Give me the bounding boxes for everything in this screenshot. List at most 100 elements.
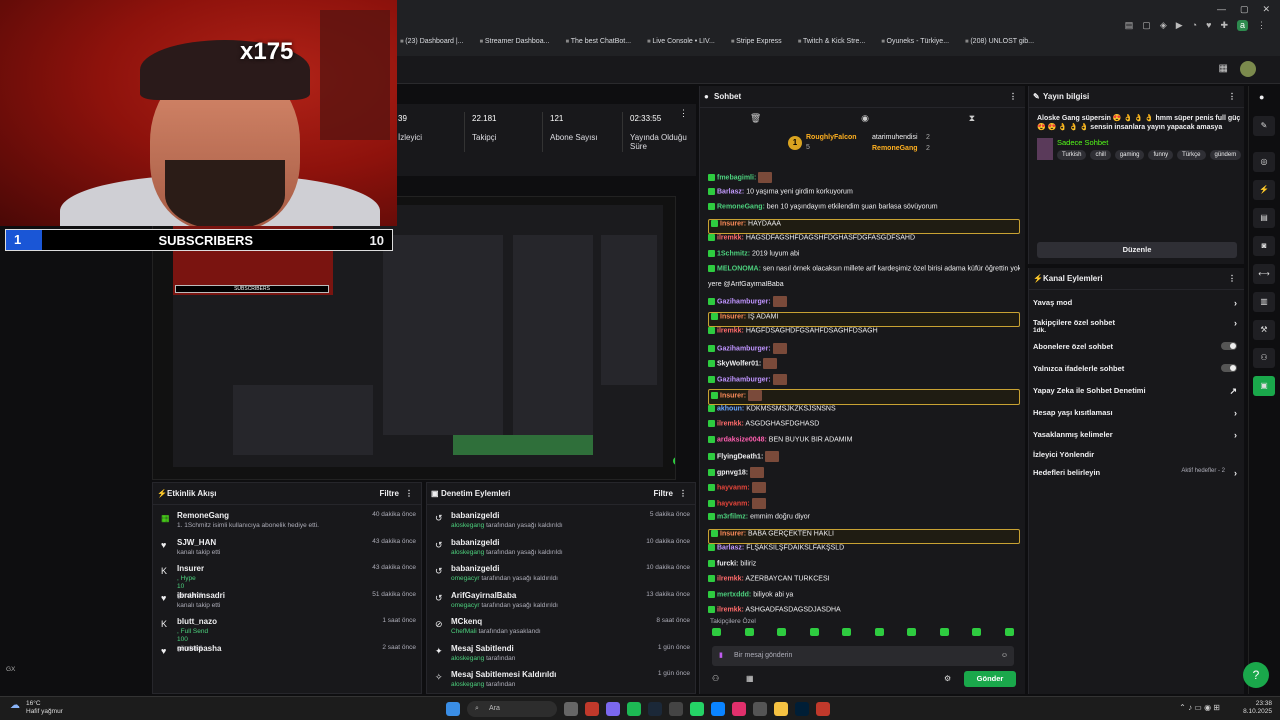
avatar[interactable] [1240, 61, 1256, 77]
link-icon[interactable]: ⟷ [1253, 264, 1275, 284]
chat-username[interactable]: Insurer: [720, 392, 746, 399]
whatsapp-icon[interactable] [690, 702, 704, 716]
chat-username[interactable]: Insurer: [720, 220, 746, 227]
photoshop-icon[interactable] [795, 702, 809, 716]
start-icon[interactable] [446, 702, 460, 716]
channel-action-item[interactable]: Takipçilere özel sohbet 1dk. › [1033, 318, 1241, 334]
channel-action-item[interactable]: İzleyici Yönlendir [1033, 450, 1241, 459]
tag-chip[interactable]: gündem [1209, 150, 1242, 160]
chat-username[interactable]: Gazihamburger: [717, 345, 771, 352]
clip-icon[interactable]: ▣ [1253, 376, 1275, 396]
people-icon[interactable]: ⚇ [1253, 348, 1275, 368]
menu-icon[interactable]: ⋮ [1257, 20, 1266, 31]
account-icon[interactable]: a [1236, 20, 1248, 31]
taskview-icon[interactable] [564, 702, 578, 716]
bookmark-item[interactable]: (208) UNLOST gib... [965, 38, 1034, 45]
app-icon[interactable] [753, 702, 767, 716]
taskbar-search[interactable]: ⌕ Ara [467, 701, 557, 717]
chat-username[interactable]: ardaksize0048: [717, 436, 767, 443]
server-icon[interactable]: ▥ [1253, 292, 1275, 312]
stream-info-menu-icon[interactable]: ⋮ [1228, 86, 1236, 108]
cast-icon[interactable]: ◔ [1192, 20, 1197, 31]
document-icon[interactable]: ▤ [1253, 208, 1275, 228]
moderation-target[interactable]: Mesaj Sabitlemesi Kaldırıldı [451, 670, 556, 679]
ext-icon[interactable]: ▤ [1125, 20, 1134, 31]
activity-user[interactable]: mustipasha [177, 644, 221, 653]
chat-username[interactable]: fmebagimli: [717, 174, 756, 181]
activity-user[interactable]: Insurer [177, 564, 204, 573]
trash-icon[interactable]: 🗑 [750, 113, 761, 124]
emoji-icon[interactable]: ☺ [1001, 646, 1008, 666]
channel-action-item[interactable]: Hesap yaşı kısıtlaması › [1033, 408, 1241, 418]
heart-icon[interactable]: ♥ [1206, 20, 1211, 31]
toggle-switch[interactable] [1221, 342, 1237, 350]
chat-menu-icon[interactable]: ⋮ [1009, 86, 1017, 108]
activity-filter-button[interactable]: Filtre [379, 483, 399, 505]
channel-action-item[interactable]: Hedefleri belirleyin Aktif hedefler - 2 › [1033, 468, 1241, 478]
activity-user[interactable]: ibrahimsadri [177, 591, 225, 600]
channel-action-item[interactable]: Yasaklanmış kelimeler › [1033, 430, 1241, 440]
chat-username[interactable]: gpnvg18: [717, 469, 748, 476]
app-icon[interactable] [711, 702, 725, 716]
tag-chip[interactable]: funny [1148, 150, 1174, 160]
info-icon[interactable]: ● [1259, 92, 1264, 102]
chat-username[interactable]: MELONOMA: [717, 265, 761, 272]
store-icon[interactable]: ▦ [746, 674, 754, 683]
bookmark-item[interactable]: Twitch & Kick Stre... [798, 38, 865, 45]
emote-icon[interactable] [1004, 628, 1014, 636]
close-icon[interactable]: ✕ [1262, 4, 1270, 15]
chat-username[interactable]: ilremkk: [717, 575, 744, 582]
channel-action-item[interactable]: Yavaş mod › [1033, 298, 1241, 308]
tag-chip[interactable]: Türkçe [1177, 150, 1206, 160]
emote-icon[interactable] [809, 628, 819, 636]
moderation-target[interactable]: Mesaj Sabitlendi [451, 644, 514, 653]
moderator-name[interactable]: aloskegang [451, 549, 484, 556]
channel-action-item[interactable]: Abonelere özel sohbet [1033, 342, 1241, 351]
activity-user[interactable]: RemoneGang [177, 511, 229, 520]
chat-username[interactable]: RemoneGang: [717, 203, 765, 210]
send-button[interactable]: Gönder [964, 671, 1016, 687]
chat-username[interactable]: ilremkk: [717, 327, 744, 334]
channel-actions-menu-icon[interactable]: ⋮ [1228, 268, 1236, 290]
steam-icon[interactable] [648, 702, 662, 716]
instagram-icon[interactable] [732, 702, 746, 716]
chat-username[interactable]: mertxddd: [717, 591, 751, 598]
tag-chip[interactable]: chill [1090, 150, 1111, 160]
maximize-icon[interactable]: ▢ [1240, 4, 1249, 15]
moderation-menu-icon[interactable]: ⋮ [679, 483, 687, 505]
bookmark-item[interactable]: Live Console • LIV... [647, 38, 715, 45]
chat-username[interactable]: Barlasz: [717, 188, 744, 195]
emote-icon[interactable] [712, 628, 721, 636]
chat-username[interactable]: furcki: [717, 560, 738, 567]
category-name[interactable]: Sadece Sohbet [1057, 138, 1108, 147]
moderation-target[interactable]: babanizgeldi [451, 511, 499, 520]
play-icon[interactable]: ▶ [1176, 20, 1183, 31]
pencil-icon[interactable]: ✎ [1253, 116, 1275, 136]
channel-action-item[interactable]: Yapay Zeka ile Sohbet Denetimi ↗ [1033, 386, 1241, 396]
moderator-name[interactable]: aloskegang [451, 522, 484, 529]
moderator-name[interactable]: omegacyr [451, 602, 480, 609]
target-icon[interactable]: ◎ [1253, 152, 1275, 172]
minimize-icon[interactable]: — [1217, 4, 1226, 15]
moderator-name[interactable]: aloskegang [451, 681, 484, 688]
opera-icon[interactable] [585, 702, 599, 716]
edit-button[interactable]: Düzenle [1037, 242, 1237, 258]
discord-icon[interactable] [606, 702, 620, 716]
tag-chip[interactable]: Turkish [1057, 150, 1087, 160]
activity-menu-icon[interactable]: ⋮ [405, 483, 413, 505]
moderator-name[interactable]: omegacyr [451, 575, 480, 582]
chat-username[interactable]: Gazihamburger: [717, 376, 771, 383]
chat-icon[interactable]: ◙ [1253, 236, 1275, 256]
chat-username[interactable]: hayvanm: [717, 500, 750, 507]
emote-icon[interactable] [972, 628, 982, 636]
moderator-name[interactable]: aloskegang [451, 655, 484, 662]
chat-bubble-icon[interactable]: ◉ [861, 113, 869, 124]
opera-gx-icon[interactable] [816, 702, 830, 716]
bolt-icon[interactable]: ⚡ [1253, 180, 1275, 200]
help-button[interactable]: ? [1243, 662, 1269, 688]
bookmark-item[interactable]: (23) Dashboard |... [400, 38, 463, 45]
users-icon[interactable]: ⚇ [712, 674, 719, 683]
emote-icon[interactable] [939, 628, 949, 636]
emote-icon[interactable] [744, 628, 754, 636]
bookmark-item[interactable]: The best ChatBot... [565, 38, 631, 45]
